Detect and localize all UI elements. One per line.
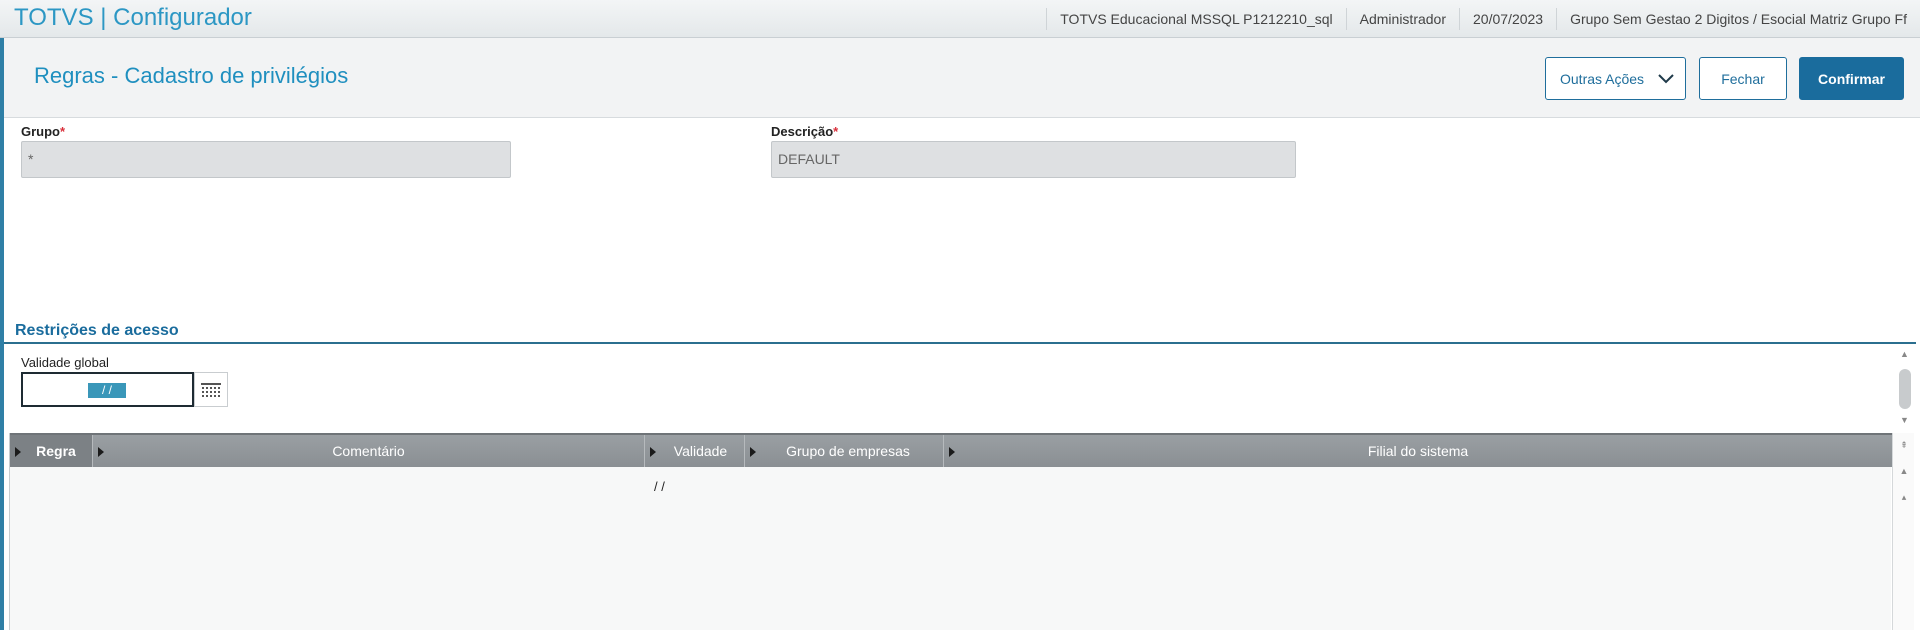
form-scrollbar[interactable]: ▲ ▼ [1896,347,1914,429]
close-button[interactable]: Fechar [1699,57,1787,100]
section-divider [4,342,1916,344]
environment-info: TOTVS Educacional MSSQL P1212210_sql [1046,8,1345,30]
date-info: 20/07/2023 [1459,8,1556,30]
grid-navigation: ⇞ ▲ ▴ [1892,433,1914,630]
grupo-field[interactable]: * [21,141,511,178]
company-info: Grupo Sem Gestao 2 Digitos / Esocial Mat… [1556,8,1920,30]
sort-arrow-icon [750,447,756,457]
scroll-down-icon[interactable]: ▼ [1900,415,1909,425]
column-header-regra[interactable]: Regra [10,435,93,467]
calendar-icon [201,382,221,397]
scroll-top-icon[interactable]: ⇞ [1896,437,1912,453]
grid-header: Regra Comentário Validade Grupo de empre… [10,433,1892,467]
scroll-up-icon[interactable]: ▲ [1900,349,1909,359]
sort-arrow-icon [98,447,104,457]
sort-arrow-icon [15,447,21,457]
column-header-filial[interactable]: Filial do sistema [944,435,1892,467]
descricao-label: Descrição* [771,124,839,139]
more-actions-label: Outras Ações [1560,70,1645,87]
column-header-validade[interactable]: Validade [645,435,745,467]
validade-global-label: Validade global [21,355,109,370]
page-title: Regras - Cadastro de privilégios [34,63,349,88]
validade-global-input[interactable]: / / [21,372,194,407]
date-mask: / / [88,383,126,398]
sort-arrow-icon [650,447,656,457]
calendar-button[interactable] [194,372,228,407]
page-up-icon[interactable]: ▲ [1896,463,1912,479]
column-header-grupo-empresas[interactable]: Grupo de empresas [745,435,944,467]
table-row[interactable]: / / [10,479,1892,501]
grupo-label: Grupo* [21,124,66,139]
scrollbar-thumb[interactable] [1899,369,1911,409]
chevron-down-icon [1657,70,1675,91]
user-info: Administrador [1345,8,1459,30]
line-up-icon[interactable]: ▴ [1896,489,1912,505]
confirm-button[interactable]: Confirmar [1799,57,1904,100]
top-bar: TOTVS | Configurador TOTVS Educacional M… [0,0,1920,38]
window-frame [0,38,4,630]
section-title: Restrições de acesso [15,322,179,339]
more-actions-button[interactable]: Outras Ações [1545,57,1686,100]
descricao-field[interactable]: DEFAULT [771,141,1296,178]
page-header: Regras - Cadastro de privilégios Outras … [4,38,1920,118]
sort-arrow-icon [949,447,955,457]
session-info: TOTVS Educacional MSSQL P1212210_sql Adm… [1046,0,1920,38]
cell-validade: / / [654,479,665,494]
column-header-comentario[interactable]: Comentário [93,435,645,467]
rules-grid: Regra Comentário Validade Grupo de empre… [9,433,1892,630]
app-title: TOTVS | Configurador [14,4,252,31]
